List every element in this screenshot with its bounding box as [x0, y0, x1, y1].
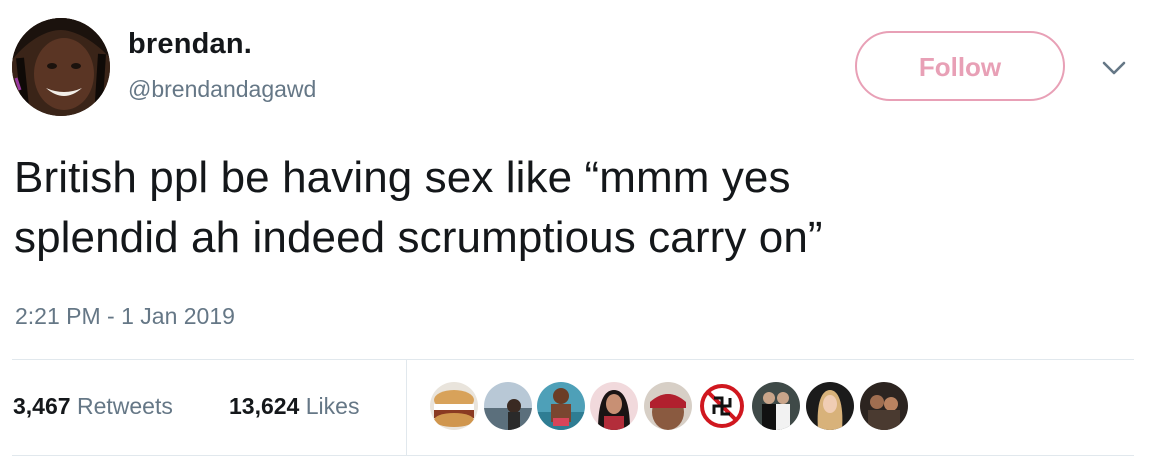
retweets-stat[interactable]: 3,467 Retweets	[13, 393, 173, 420]
divider	[12, 359, 1134, 360]
tweet-text-line: British ppl be having sex like “mmm yes	[14, 153, 791, 202]
author-handle[interactable]: @brendandagawd	[128, 76, 316, 103]
liker-avatar[interactable]	[537, 382, 585, 430]
likes-stat[interactable]: 13,624 Likes	[229, 393, 359, 420]
tweet-card: brendan. @brendandagawd Follow British p…	[0, 0, 1150, 464]
tweet-text-line: splendid ah indeed scrumptious carry on”	[14, 213, 823, 262]
retweets-count: 3,467	[13, 393, 71, 419]
liker-avatar[interactable]	[752, 382, 800, 430]
divider	[12, 455, 1134, 456]
likes-count: 13,624	[229, 393, 300, 419]
divider	[406, 360, 407, 455]
likes-label: Likes	[305, 393, 360, 419]
liker-avatar[interactable]	[698, 382, 746, 430]
liker-avatar[interactable]	[590, 382, 638, 430]
author-avatar[interactable]	[12, 18, 110, 116]
liker-avatar[interactable]	[860, 382, 908, 430]
liker-avatar[interactable]	[644, 382, 692, 430]
tweet-timestamp[interactable]: 2:21 PM - 1 Jan 2019	[15, 303, 235, 330]
retweets-label: Retweets	[76, 393, 173, 419]
liker-avatar[interactable]	[806, 382, 854, 430]
author-display-name[interactable]: brendan.	[128, 28, 252, 61]
follow-button[interactable]: Follow	[855, 31, 1065, 101]
chevron-down-icon[interactable]	[1100, 58, 1128, 78]
liker-avatar[interactable]	[430, 382, 478, 430]
tweet-text: British ppl be having sex like “mmm yes …	[14, 148, 1124, 268]
liker-avatar[interactable]	[484, 382, 532, 430]
